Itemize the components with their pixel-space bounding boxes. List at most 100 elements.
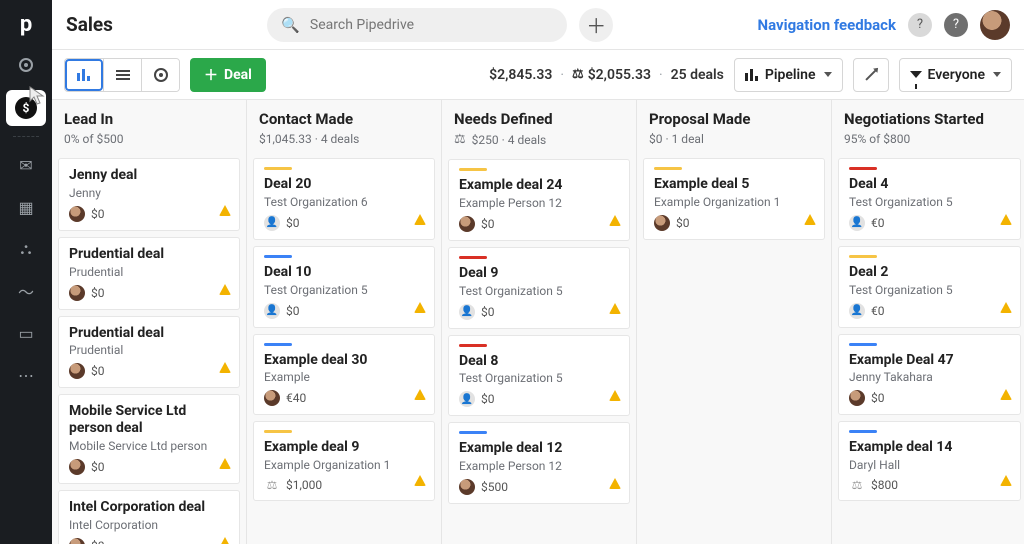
rail-mail[interactable]: ✉ bbox=[6, 147, 46, 183]
rail-leads[interactable] bbox=[6, 48, 46, 84]
view-pipeline-button[interactable] bbox=[65, 59, 103, 91]
edit-pipeline-button[interactable] bbox=[853, 58, 889, 92]
rail-contacts[interactable]: ⛬ bbox=[6, 231, 46, 267]
owner-filter[interactable]: Everyone bbox=[899, 58, 1012, 92]
owner-avatar-icon bbox=[69, 363, 85, 379]
add-deal-button[interactable]: ＋ Deal bbox=[190, 58, 266, 92]
quick-add-button[interactable]: ＋ bbox=[579, 8, 613, 42]
stage-title: Negotiations Started bbox=[844, 110, 1015, 128]
deal-footer: ⚖$1,000 bbox=[264, 478, 424, 492]
logo[interactable]: p bbox=[8, 6, 44, 42]
label-stripe bbox=[264, 167, 292, 170]
stage-body[interactable]: Example deal 5 Example Organization 1 $0 bbox=[637, 154, 831, 544]
view-forecast-button[interactable] bbox=[141, 59, 179, 91]
deal-subtitle: Test Organization 5 bbox=[849, 195, 1010, 209]
deal-card[interactable]: Intel Corporation dealIntel Corporation$… bbox=[58, 490, 240, 544]
deal-card[interactable]: Example deal 12Example Person 12$500 bbox=[448, 422, 630, 504]
deal-footer: $0 bbox=[69, 206, 229, 222]
warning-icon bbox=[804, 210, 816, 229]
warning-icon bbox=[1000, 471, 1012, 490]
deal-value: $0 bbox=[871, 391, 885, 405]
stage-column: Lead In0% of $500Jenny dealJenny$0Pruden… bbox=[52, 100, 247, 544]
filter-icon bbox=[910, 71, 922, 78]
deal-subtitle: Example Organization 1 bbox=[654, 195, 814, 209]
plus-icon: ＋ bbox=[586, 10, 606, 39]
view-list-button[interactable] bbox=[103, 59, 141, 91]
deal-footer: $0 bbox=[849, 390, 1010, 406]
label-stripe bbox=[264, 343, 292, 346]
deal-value: €40 bbox=[286, 391, 306, 405]
rail-products[interactable]: ▭ bbox=[6, 315, 46, 351]
deal-footer: $0 bbox=[69, 538, 229, 544]
deal-card[interactable]: Deal 4Test Organization 5👤€0 bbox=[838, 158, 1021, 240]
deal-card[interactable]: Prudential dealPrudential$0 bbox=[58, 237, 240, 310]
user-avatar[interactable] bbox=[980, 10, 1010, 40]
scales-icon: ⚖ bbox=[572, 67, 584, 82]
deal-card[interactable]: Deal 8Test Organization 5👤$0 bbox=[448, 335, 630, 417]
warning-icon bbox=[609, 211, 621, 230]
deal-value: $0 bbox=[91, 364, 105, 378]
deal-card[interactable]: Deal 10Test Organization 5👤$0 bbox=[253, 246, 435, 328]
mail-icon: ✉ bbox=[19, 156, 32, 175]
stage-body[interactable]: Deal 4Test Organization 5👤€0Deal 2Test O… bbox=[832, 154, 1024, 544]
deal-card[interactable]: Example Deal 47Jenny Takahara$0 bbox=[838, 334, 1021, 416]
stage-header: Proposal Made$0 · 1 deal bbox=[637, 100, 831, 154]
deal-title: Intel Corporation deal bbox=[69, 499, 229, 516]
stage-column: Proposal Made$0 · 1 dealExample deal 5Ex… bbox=[637, 100, 832, 544]
weighted-icon: ⚖ bbox=[264, 478, 280, 492]
label-stripe bbox=[849, 255, 877, 258]
deal-footer: ⚖$800 bbox=[849, 478, 1010, 492]
owner-avatar-icon bbox=[264, 390, 280, 406]
deal-footer: $0 bbox=[654, 215, 814, 231]
deal-title: Deal 9 bbox=[459, 265, 619, 282]
help-button[interactable]: ? bbox=[944, 13, 968, 37]
search-input[interactable] bbox=[308, 16, 553, 34]
deal-card[interactable]: Example deal 30Example€40 bbox=[253, 334, 435, 416]
stage-subtitle-text: $1,045.33 · 4 deals bbox=[259, 132, 359, 146]
deal-value: $0 bbox=[286, 216, 300, 230]
deal-value: $0 bbox=[286, 304, 300, 318]
deal-card[interactable]: Example deal 5 Example Organization 1 $0 bbox=[643, 158, 825, 240]
rail-calendar[interactable]: ▦ bbox=[6, 189, 46, 225]
deal-value: $0 bbox=[481, 392, 495, 406]
deal-value: $0 bbox=[91, 460, 105, 474]
deal-card[interactable]: Deal 2Test Organization 5👤€0 bbox=[838, 246, 1021, 328]
stage-subtitle-text: $0 · 1 deal bbox=[649, 132, 704, 146]
warning-icon bbox=[414, 210, 426, 229]
rail-insights[interactable]: 〜 bbox=[6, 273, 46, 309]
person-icon: 👤 bbox=[264, 303, 280, 319]
search-box[interactable]: 🔍 bbox=[267, 8, 567, 42]
pencil-icon bbox=[865, 69, 876, 80]
stage-subtitle-text: $250 · 4 deals bbox=[472, 133, 547, 147]
owner-avatar-icon bbox=[459, 216, 475, 232]
deal-value: $0 bbox=[91, 207, 105, 221]
stage-column: Needs Defined⚖$250 · 4 dealsExample deal… bbox=[442, 100, 637, 544]
deal-footer: $0 bbox=[459, 216, 619, 232]
deal-subtitle: Test Organization 5 bbox=[264, 283, 424, 297]
deal-title: Example deal 5 bbox=[654, 176, 814, 193]
owner-avatar-icon bbox=[69, 285, 85, 301]
quick-help-button[interactable]: ? bbox=[908, 13, 932, 37]
rail-deals[interactable]: $ bbox=[6, 90, 46, 126]
deal-title: Example Deal 47 bbox=[849, 352, 1010, 369]
deal-card[interactable]: Example deal 9Example Organization 1⚖$1,… bbox=[253, 421, 435, 501]
deal-card[interactable]: Deal 9Test Organization 5👤$0 bbox=[448, 247, 630, 329]
deal-card[interactable]: Jenny dealJenny$0 bbox=[58, 158, 240, 231]
stage-subtitle: 0% of $500 bbox=[64, 132, 234, 146]
deals-summary: $2,845.33 · ⚖ $2,055.33 · 25 deals bbox=[489, 67, 724, 83]
deal-card[interactable]: Example deal 14Daryl Hall⚖$800 bbox=[838, 421, 1021, 501]
deal-card[interactable]: Mobile Service Ltd person dealMobile Ser… bbox=[58, 394, 240, 484]
deal-footer: 👤€0 bbox=[849, 303, 1010, 319]
stage-body[interactable]: Example deal 24Example Person 12$0Deal 9… bbox=[442, 155, 636, 544]
pipeline-selector[interactable]: Pipeline bbox=[734, 58, 843, 92]
rail-more[interactable]: ⋯ bbox=[6, 357, 46, 393]
deal-title: Example deal 9 bbox=[264, 439, 424, 456]
deal-card[interactable]: Prudential dealPrudential$0 bbox=[58, 316, 240, 389]
stage-body[interactable]: Jenny dealJenny$0Prudential dealPrudenti… bbox=[52, 154, 246, 544]
deal-card[interactable]: Deal 20Test Organization 6👤$0 bbox=[253, 158, 435, 240]
navigation-feedback-link[interactable]: Navigation feedback bbox=[758, 16, 896, 34]
stage-header: Contact Made$1,045.33 · 4 deals bbox=[247, 100, 441, 154]
help-icon: ? bbox=[953, 17, 959, 32]
deal-card[interactable]: Example deal 24Example Person 12$0 bbox=[448, 159, 630, 241]
stage-body[interactable]: Deal 20Test Organization 6👤$0Deal 10Test… bbox=[247, 154, 441, 544]
